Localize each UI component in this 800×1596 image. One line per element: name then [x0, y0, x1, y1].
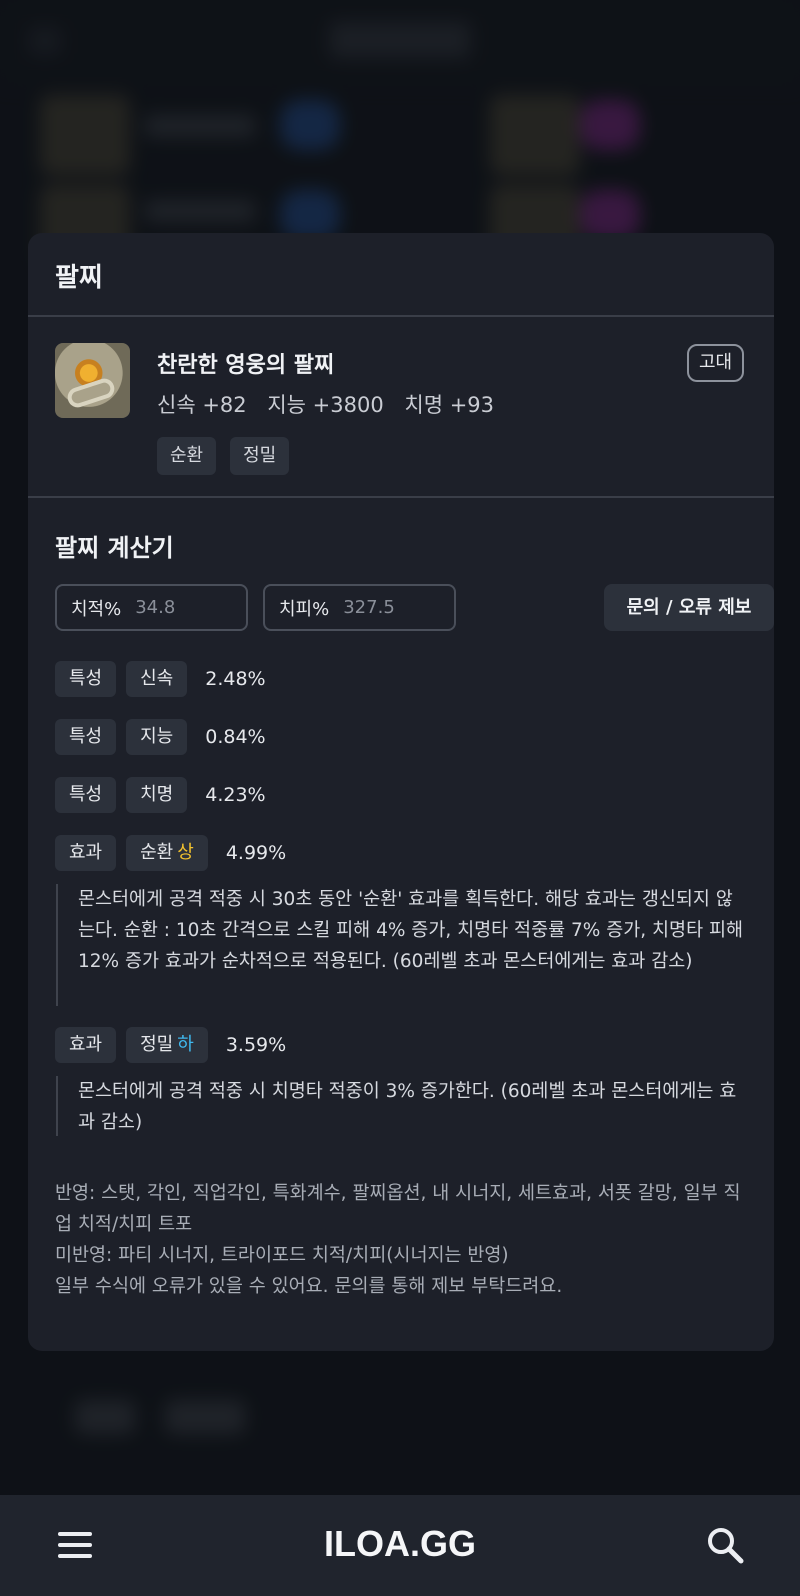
row-value: 2.48% — [205, 668, 266, 690]
row-name-chip: 신속 — [126, 661, 188, 697]
crit-rate-input[interactable]: 치적% 34.8 — [55, 584, 248, 631]
effect-grade: 하 — [177, 1034, 194, 1055]
effect-type-chip: 효과 — [55, 1027, 117, 1063]
item-tag: 정밀 — [230, 437, 290, 475]
bracelet-modal: 팔찌 찬란한 영웅의 팔찌 신속 +82 지능 +3800 치명 +93 고대 … — [28, 233, 774, 1351]
effect-name-chip: 순환 상 — [126, 835, 208, 871]
search-icon[interactable] — [705, 1525, 745, 1565]
inquiry-report-button[interactable]: 문의 / 오류 제보 — [604, 584, 774, 631]
effect-value: 4.99% — [225, 842, 287, 864]
effect-row: 효과 정밀 하 3.59% — [55, 1026, 747, 1064]
bracelet-calculator: 팔찌 계산기 치적% 34.8 치피% 327.5 문의 / 오류 제보 특성 … — [28, 498, 774, 1332]
bracelet-item-icon — [55, 343, 130, 418]
calculator-notes: 반영: 스탯, 각인, 직업각인, 특화계수, 팔찌옵션, 내 시너지, 세트효… — [55, 1178, 747, 1302]
calculator-inputs: 치적% 34.8 치피% 327.5 문의 / 오류 제보 — [55, 584, 774, 632]
row-value: 4.23% — [205, 784, 266, 806]
row-type-chip: 특성 — [55, 661, 117, 697]
item-summary: 찬란한 영웅의 팔찌 신속 +82 지능 +3800 치명 +93 고대 순환 … — [28, 317, 774, 498]
disclaimer-note: 일부 수식에 오류가 있을 수 있어요. 문의를 통해 제보 부탁드려요. — [55, 1276, 563, 1297]
item-stat: 신속 +82 — [157, 393, 247, 417]
crit-damage-input[interactable]: 치피% 327.5 — [263, 584, 456, 631]
stat-row: 특성 치명 4.23% — [55, 776, 747, 814]
item-tags: 순환 정밀 — [157, 437, 290, 475]
effect-value: 3.59% — [225, 1034, 287, 1056]
row-name-chip: 지능 — [126, 719, 188, 755]
effect-description: 몬스터에게 공격 적중 시 30초 동안 '순환' 효과를 획득한다. 해당 효… — [56, 884, 747, 1006]
crit-rate-label: 치적% — [71, 598, 122, 620]
item-stat: 지능 +3800 — [267, 393, 384, 417]
hamburger-menu-icon[interactable] — [58, 1530, 94, 1560]
effect-grade: 상 — [177, 842, 194, 863]
grade-badge: 고대 — [687, 344, 745, 382]
row-type-chip: 특성 — [55, 719, 117, 755]
effect-name-chip: 정밀 하 — [126, 1027, 208, 1063]
applied-note: 반영: 스탯, 각인, 직업각인, 특화계수, 팔찌옵션, 내 시너지, 세트효… — [55, 1183, 741, 1235]
effect-description: 몬스터에게 공격 적중 시 치명타 적중이 3% 증가한다. (60레벨 초과 … — [56, 1076, 747, 1136]
effect-row: 효과 순환 상 4.99% — [55, 834, 747, 872]
crit-damage-label: 치피% — [279, 598, 330, 620]
bottom-navigation: ILOA.GG — [0, 1495, 800, 1596]
crit-damage-placeholder: 327.5 — [343, 597, 395, 618]
item-name: 찬란한 영웅의 팔찌 — [157, 353, 335, 378]
item-stat: 치명 +93 — [404, 393, 495, 417]
row-name-chip: 치명 — [126, 777, 188, 813]
stat-row: 특성 지능 0.84% — [55, 718, 747, 756]
item-tag: 순환 — [157, 437, 217, 475]
row-value: 0.84% — [205, 726, 266, 748]
calculator-title: 팔찌 계산기 — [55, 534, 174, 562]
crit-rate-placeholder: 34.8 — [135, 597, 176, 618]
stat-row: 특성 신속 2.48% — [55, 660, 747, 698]
item-stats: 신속 +82 지능 +3800 치명 +93 — [157, 389, 508, 419]
modal-title: 팔찌 — [55, 263, 103, 293]
effect-name: 정밀 — [140, 1034, 174, 1055]
row-type-chip: 특성 — [55, 777, 117, 813]
modal-header: 팔찌 — [28, 233, 774, 317]
not-applied-note: 미반영: 파티 시너지, 트라이포드 치적/치피(시너지는 반영) — [55, 1245, 509, 1266]
brand-logo[interactable]: ILOA.GG — [300, 1523, 500, 1565]
effect-type-chip: 효과 — [55, 835, 117, 871]
effect-name: 순환 — [140, 842, 174, 863]
